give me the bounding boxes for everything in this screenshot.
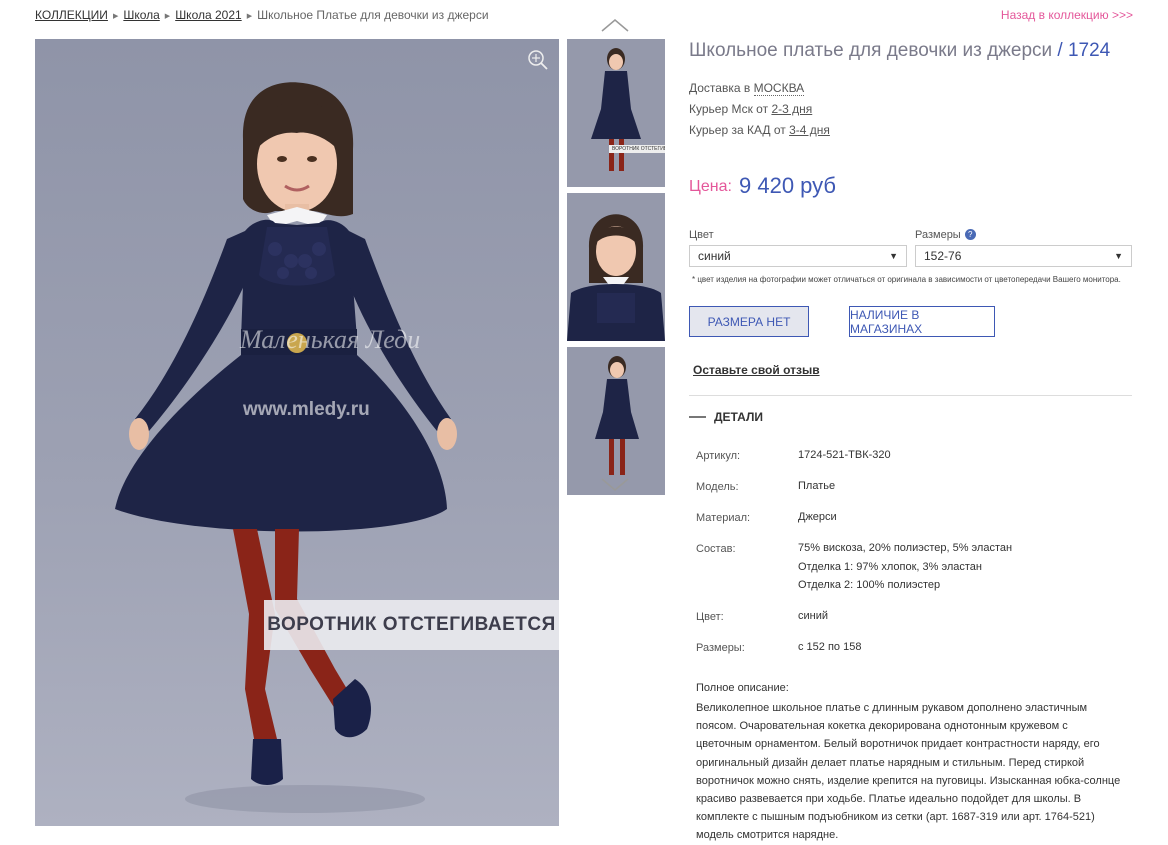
main-product-image[interactable]: Маленькая Леди www.mledy.ru ВОРОТНИК ОТС… (35, 39, 559, 826)
breadcrumb: КОЛЛЕКЦИИ ▶ Школа ▶ Школа 2021 ▶ Школьно… (35, 8, 489, 22)
color-select[interactable]: синий ▼ (689, 245, 907, 267)
detail-value-sizes: с 152 по 158 (798, 641, 862, 653)
size-select-value: 152-76 (924, 249, 962, 263)
no-size-button[interactable]: РАЗМЕРА НЕТ (689, 306, 809, 337)
watermark-url: www.mledy.ru (243, 399, 370, 420)
watermark-brand-logo: Маленькая Леди (240, 325, 421, 354)
product-article: 1724 (1067, 40, 1111, 61)
chevron-down-icon[interactable] (601, 478, 629, 497)
price-label: Цена: (689, 178, 732, 195)
courier-msk-days[interactable]: 2-3 дня (771, 102, 812, 116)
color-label: Цвет (689, 229, 714, 241)
in-stores-button[interactable]: НАЛИЧИЕ В МАГАЗИНАХ (849, 306, 995, 337)
breadcrumb-separator-icon: ▶ (246, 13, 253, 20)
breadcrumb-current: Школьное Платье для девочки из джерси (257, 8, 489, 22)
thumbnail-full-front[interactable]: ВОРОТНИК ОТСТЕГИВАЕТСЯ (567, 39, 665, 187)
breadcrumb-separator-icon: ▶ (164, 13, 171, 20)
color-select-value: синий (698, 249, 731, 263)
divider (689, 395, 1132, 396)
back-to-collection-link[interactable]: Назад в коллекцию >>> (1001, 8, 1133, 22)
size-select[interactable]: 152-76 ▼ (915, 245, 1132, 267)
girl-in-dress-illustration (115, 82, 457, 813)
zoom-icon[interactable] (527, 49, 549, 76)
detail-value-color: синий (798, 610, 829, 622)
detail-label-article: Артикул: (696, 450, 741, 462)
color-disclaimer: * цвет изделия на фотографии может отлич… (692, 275, 1121, 284)
detail-value-composition-trim2: Отделка 2: 100% полиэстер (798, 579, 941, 591)
size-label-wrap: Размеры? (915, 229, 976, 241)
product-name: Школьное платье для девочки из джерси (689, 40, 1053, 61)
collar-callout: ВОРОТНИК ОТСТЕГИВАЕТСЯ (264, 600, 559, 650)
full-description-title: Полное описание: (696, 682, 789, 694)
courier-kad-prefix: Курьер за КАД от (689, 123, 786, 137)
detail-value-model: Платье (798, 480, 836, 492)
thumbnail-side[interactable] (567, 347, 665, 495)
delivery-city-select[interactable]: МОСКВА (753, 81, 805, 96)
breadcrumb-link-school[interactable]: Школа (123, 8, 159, 22)
product-title: Школьное платье для девочки из джерси / … (689, 40, 1110, 62)
help-icon[interactable]: ? (964, 229, 976, 240)
detail-label-composition: Состав: (696, 543, 736, 555)
breadcrumb-separator-icon: ▶ (112, 13, 119, 20)
price-value: 9 420 руб (739, 173, 837, 198)
dropdown-caret-icon: ▼ (1114, 251, 1123, 261)
breadcrumb-link-school-2021[interactable]: Школа 2021 (175, 8, 242, 22)
full-description: Великолепное школьное платье с длинным р… (696, 702, 1121, 842)
thumbnail-label: ВОРОТНИК ОТСТЕГИВАЕТСЯ (609, 145, 665, 153)
delivery-city-prefix: Доставка в (689, 81, 751, 95)
delivery-city: Доставка в МОСКВА (689, 81, 805, 96)
detail-value-composition: 75% вискоза, 20% полиэстер, 5% эластан (798, 542, 1013, 554)
chevron-up-icon[interactable] (601, 18, 629, 37)
breadcrumb-link-collections[interactable]: КОЛЛЕКЦИИ (35, 8, 108, 22)
detail-label-sizes: Размеры: (696, 642, 745, 654)
courier-msk-prefix: Курьер Мск от (689, 102, 769, 116)
leave-review-link[interactable]: Оставьте свой отзыв (693, 363, 820, 377)
dropdown-caret-icon: ▼ (889, 251, 898, 261)
detail-label-material: Материал: (696, 512, 751, 524)
detail-label-color: Цвет: (696, 611, 724, 623)
delivery-courier-kad: Курьер за КАД от 3-4 дня (689, 123, 830, 137)
collapse-minus-icon[interactable] (689, 416, 706, 418)
detail-value-composition-trim1: Отделка 1: 97% хлопок, 3% эластан (798, 561, 982, 573)
product-article-separator: / (1057, 40, 1063, 61)
detail-value-article: 1724-521-ТВК-320 (798, 449, 891, 461)
size-label: Размеры (915, 229, 961, 241)
courier-kad-days[interactable]: 3-4 дня (789, 123, 830, 137)
thumbnail-closeup[interactable] (567, 193, 665, 341)
detail-value-material: Джерси (798, 511, 837, 523)
detail-label-model: Модель: (696, 481, 739, 493)
delivery-courier-msk: Курьер Мск от 2-3 дня (689, 102, 812, 116)
details-title[interactable]: ДЕТАЛИ (714, 410, 763, 424)
